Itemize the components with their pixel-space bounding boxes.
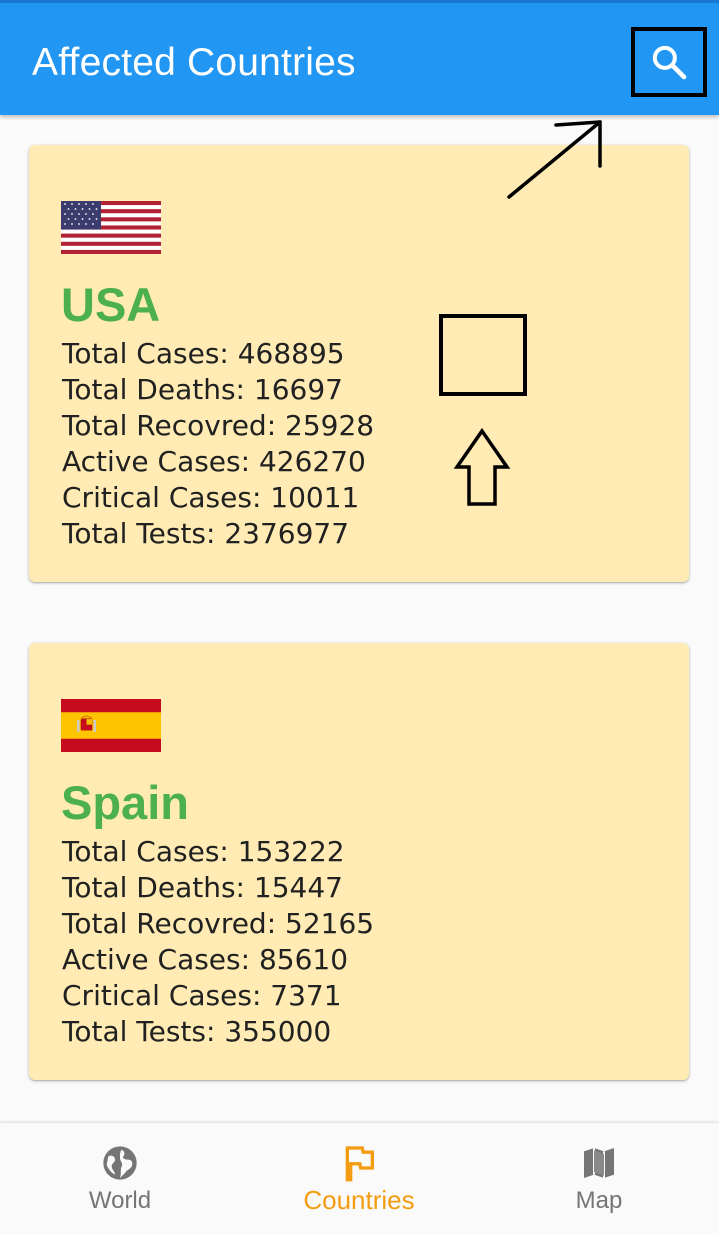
bottom-navigation: World Countries Map (0, 1123, 719, 1235)
country-stats: Total Cases: 468895 Total Deaths: 16697 … (62, 336, 374, 552)
total-cases: Total Cases: 468895 (62, 337, 345, 370)
page-title: Affected Countries (32, 41, 356, 84)
critical-cases: Critical Cases: 10011 (62, 481, 360, 514)
nav-label-world: World (88, 1187, 152, 1214)
total-tests: Total Tests: 355000 (62, 1015, 332, 1048)
total-recovered: Total Recovred: 52165 (62, 907, 375, 940)
total-deaths: Total Deaths: 16697 (62, 373, 343, 406)
active-cases: Active Cases: 85610 (62, 943, 349, 976)
country-card-usa[interactable]: USA Total Cases: 468895 Total Deaths: 16… (29, 145, 689, 582)
usa-flag-icon (61, 201, 161, 254)
app-screen: Affected Countries USA Total Cases: 4688… (0, 0, 719, 1235)
nav-item-countries[interactable]: Countries (239, 1123, 479, 1235)
country-card-spain[interactable]: Spain Total Cases: 153222 Total Deaths: … (29, 643, 689, 1080)
total-deaths: Total Deaths: 15447 (62, 871, 343, 904)
flag-icon (345, 1146, 374, 1182)
spain-flag-icon (61, 699, 161, 752)
globe-icon (103, 1146, 137, 1180)
search-button[interactable] (631, 27, 707, 97)
country-name: Spain (61, 776, 189, 829)
nav-item-world[interactable]: World (0, 1123, 240, 1235)
critical-cases: Critical Cases: 7371 (62, 979, 342, 1012)
country-stats: Total Cases: 153222 Total Deaths: 15447 … (62, 834, 374, 1050)
nav-label-map: Map (575, 1187, 623, 1214)
total-tests: Total Tests: 2376977 (62, 517, 350, 550)
country-name: USA (61, 278, 161, 331)
nav-item-map[interactable]: Map (479, 1123, 719, 1235)
active-cases: Active Cases: 426270 (62, 445, 366, 478)
map-icon (584, 1148, 614, 1178)
app-bar: Affected Countries (0, 0, 719, 115)
total-recovered: Total Recovred: 25928 (62, 409, 375, 442)
search-icon (652, 45, 687, 80)
total-cases: Total Cases: 153222 (62, 835, 345, 868)
nav-label-countries: Countries (303, 1185, 415, 1215)
